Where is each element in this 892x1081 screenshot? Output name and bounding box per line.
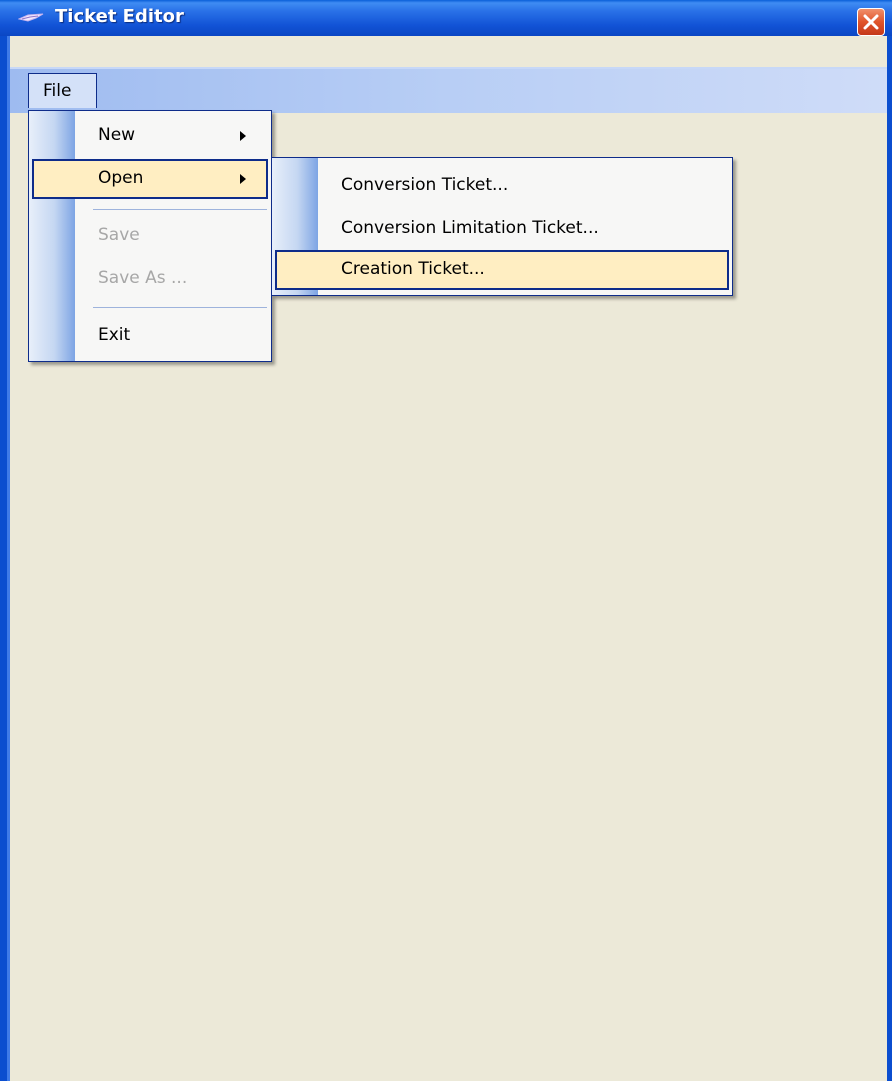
menu-file[interactable]: File (28, 73, 97, 108)
close-icon (863, 14, 879, 30)
menu-item-new[interactable]: New (29, 116, 271, 156)
ticket-editor-window: Ticket Editor File New Open Save Save As… (0, 0, 892, 1081)
menu-item-save-as-label: Save As ... (98, 268, 188, 288)
menu-separator (93, 307, 267, 308)
menu-item-exit-label: Exit (98, 325, 131, 345)
submenu-item-creation-ticket-label: Creation Ticket... (341, 259, 485, 279)
submenu-item-conversion-limitation-ticket-label: Conversion Limitation Ticket... (341, 218, 599, 238)
submenu-item-conversion-ticket[interactable]: Conversion Ticket... (272, 166, 732, 206)
menu-item-open[interactable]: Open (32, 159, 268, 199)
title-bar[interactable]: Ticket Editor (0, 0, 892, 36)
submenu-arrow-icon (240, 174, 246, 184)
submenu-item-conversion-ticket-label: Conversion Ticket... (341, 175, 509, 195)
menu-item-exit[interactable]: Exit (29, 316, 271, 356)
menu-separator (93, 209, 267, 210)
window-border-left (0, 36, 7, 1081)
app-icon (18, 13, 44, 22)
menu-item-save-as[interactable]: Save As ... (29, 259, 271, 299)
menu-item-save-label: Save (98, 225, 140, 245)
menu-bar-highlight (10, 67, 887, 69)
open-submenu: Conversion Ticket... Conversion Limitati… (271, 157, 733, 296)
menu-bar (10, 67, 887, 113)
submenu-item-creation-ticket[interactable]: Creation Ticket... (275, 250, 729, 290)
menu-item-new-label: New (98, 125, 136, 145)
menu-item-open-label: Open (98, 168, 144, 188)
submenu-arrow-icon (240, 131, 246, 141)
window-border-right (887, 36, 892, 1081)
window-title: Ticket Editor (55, 6, 184, 27)
menu-item-save[interactable]: Save (29, 216, 271, 256)
file-dropdown: New Open Save Save As ... Exit (28, 110, 272, 362)
close-button[interactable] (857, 8, 885, 36)
submenu-item-conversion-limitation-ticket[interactable]: Conversion Limitation Ticket... (272, 209, 732, 249)
menu-file-label: File (43, 81, 72, 101)
